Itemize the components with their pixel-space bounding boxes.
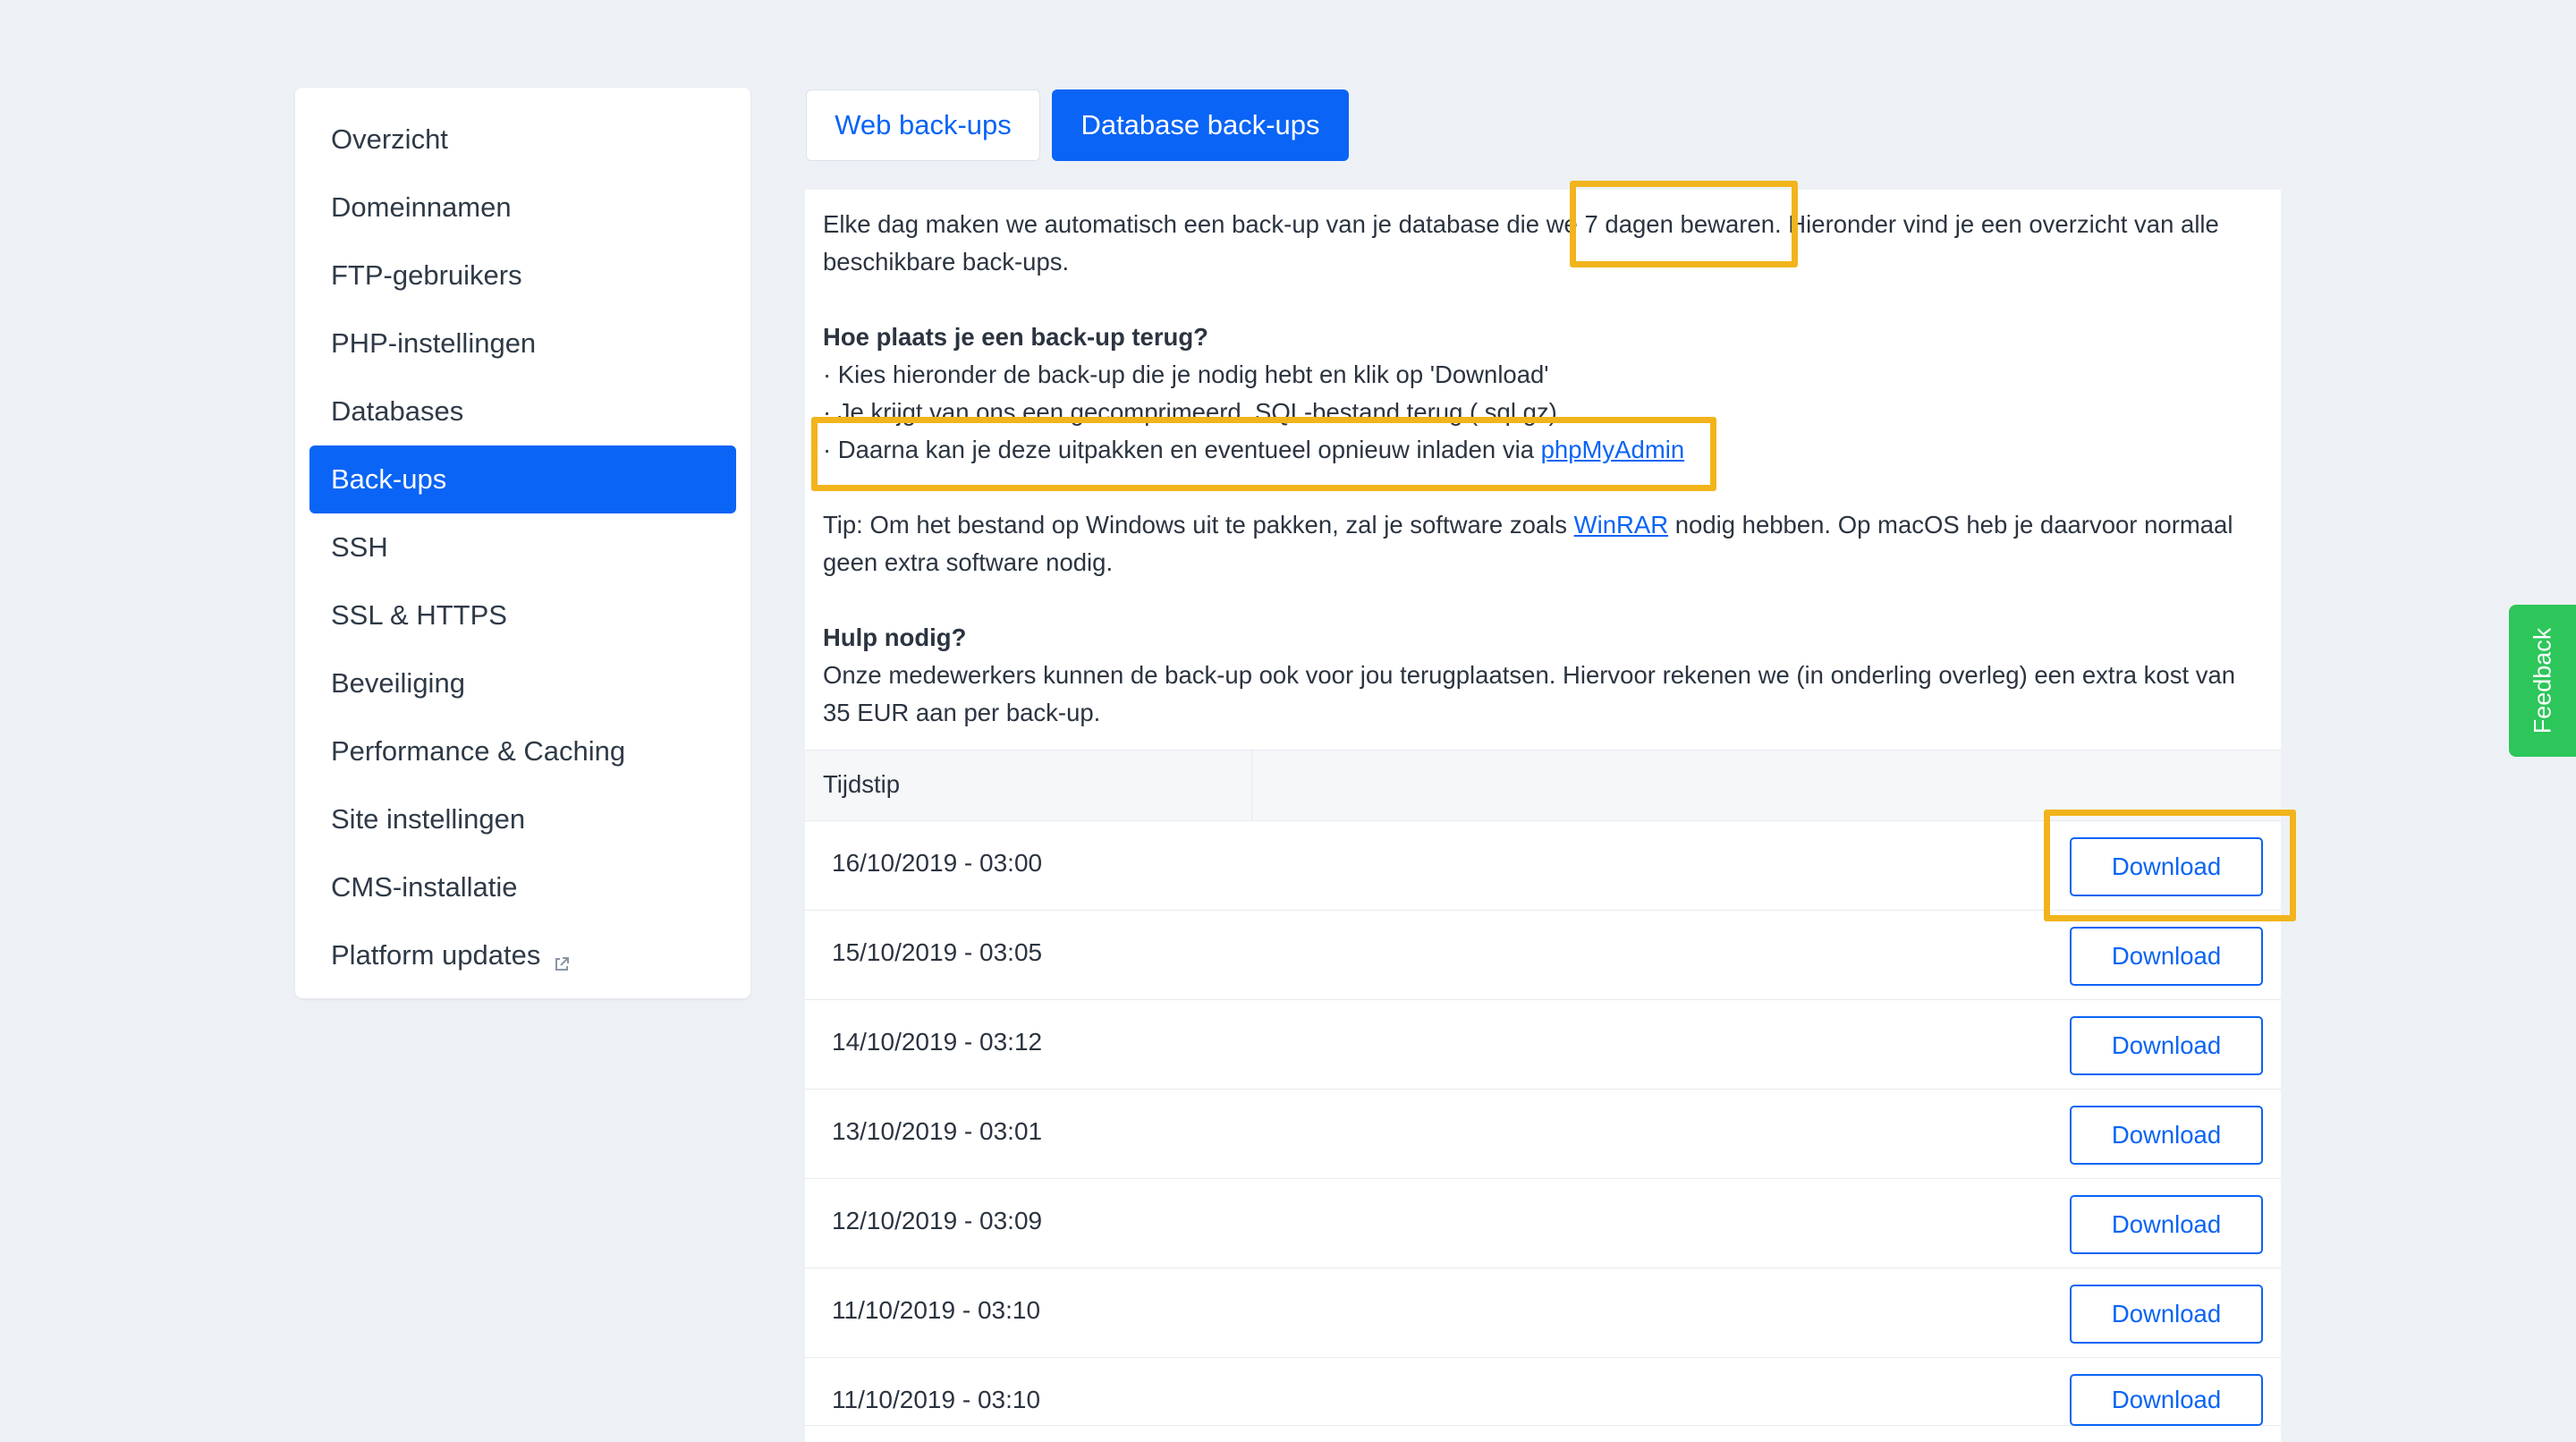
sidebar-item-label: Beveiliging	[331, 667, 465, 699]
download-button[interactable]: Download	[2070, 1285, 2263, 1344]
download-button[interactable]: Download	[2070, 927, 2263, 986]
sidebar-item-platform-updates[interactable]: Platform updates	[309, 921, 736, 989]
column-header-tijdstip: Tijdstip	[823, 770, 901, 798]
backup-time: 13/10/2019 - 03:01	[832, 1117, 1043, 1145]
help-text: Onze medewerkers kunnen de back-up ook v…	[823, 661, 2236, 726]
sidebar-item-site-instellingen[interactable]: Site instellingen	[309, 785, 736, 853]
feedback-tab[interactable]: Feedback	[2509, 605, 2576, 757]
sidebar-item-php-instellingen[interactable]: PHP-instellingen	[309, 310, 736, 377]
backup-time: 12/10/2019 - 03:09	[832, 1207, 1043, 1234]
sidebar-item-label: SSL & HTTPS	[331, 599, 507, 631]
sidebar-item-beveiliging[interactable]: Beveiliging	[309, 649, 736, 717]
tip-text: Tip: Om het bestand op Windows uit te pa…	[823, 506, 2263, 581]
winrar-link[interactable]: WinRAR	[1574, 511, 1668, 539]
sidebar-item-performance-caching[interactable]: Performance & Caching	[309, 717, 736, 785]
highlight-phpmyadmin-step	[811, 417, 1716, 491]
table-row: 14/10/2019 - 03:12 Download	[805, 1000, 2281, 1090]
table-row: 13/10/2019 - 03:01 Download	[805, 1090, 2281, 1179]
table-row: 11/10/2019 - 03:10 Download	[805, 1358, 2281, 1426]
sidebar-item-label: Platform updates	[331, 939, 541, 971]
sidebar-item-back-ups[interactable]: Back-ups	[309, 445, 736, 513]
sidebar-item-label: SSH	[331, 531, 388, 563]
breadcrumb	[0, 0, 2576, 2]
download-button[interactable]: Download	[2070, 1106, 2263, 1165]
table-row: 15/10/2019 - 03:05 Download	[805, 911, 2281, 1000]
restore-heading: Hoe plaats je een back-up terug?	[823, 323, 1208, 351]
restore-step-1: · Kies hieronder de back-up die je nodig…	[823, 360, 1549, 388]
backup-time: 11/10/2019 - 03:10	[832, 1386, 1041, 1413]
download-button[interactable]: Download	[2070, 1195, 2263, 1254]
sidebar-item-label: Performance & Caching	[331, 735, 626, 767]
sidebar-item-label: Site instellingen	[331, 803, 526, 835]
highlight-download-button	[2044, 810, 2296, 921]
highlight-retention-days	[1570, 181, 1798, 267]
sidebar-item-ssh[interactable]: SSH	[309, 513, 736, 581]
tip-text-prefix: Tip: Om het bestand op Windows uit te pa…	[823, 511, 1574, 539]
download-button[interactable]: Download	[2070, 1374, 2263, 1426]
sidebar: Overzicht Domeinnamen FTP-gebruikers PHP…	[295, 88, 750, 998]
backup-time: 16/10/2019 - 03:00	[832, 849, 1043, 877]
sidebar-item-label: Back-ups	[331, 463, 447, 495]
backup-time: 11/10/2019 - 03:10	[832, 1296, 1041, 1324]
sidebar-item-label: CMS-installatie	[331, 871, 518, 903]
sidebar-item-domeinnamen[interactable]: Domeinnamen	[309, 174, 736, 242]
sidebar-item-cms-installatie[interactable]: CMS-installatie	[309, 853, 736, 921]
external-link-icon	[553, 948, 571, 971]
sidebar-item-label: Domeinnamen	[331, 191, 512, 223]
help-heading: Hulp nodig?	[823, 623, 967, 651]
tab-web-back-ups[interactable]: Web back-ups	[806, 89, 1040, 161]
table-row: 11/10/2019 - 03:10 Download	[805, 1268, 2281, 1358]
feedback-label: Feedback	[2529, 627, 2555, 734]
sidebar-item-ftp-gebruikers[interactable]: FTP-gebruikers	[309, 242, 736, 310]
backup-time: 14/10/2019 - 03:12	[832, 1028, 1043, 1056]
sidebar-item-label: PHP-instellingen	[331, 327, 537, 359]
sidebar-item-ssl-https[interactable]: SSL & HTTPS	[309, 581, 736, 649]
table-row: 12/10/2019 - 03:09 Download	[805, 1179, 2281, 1268]
sidebar-item-label: FTP-gebruikers	[331, 259, 522, 291]
backup-time: 15/10/2019 - 03:05	[832, 938, 1043, 966]
sidebar-item-databases[interactable]: Databases	[309, 377, 736, 445]
sidebar-item-label: Overzicht	[331, 123, 448, 155]
download-button[interactable]: Download	[2070, 1016, 2263, 1075]
sidebar-item-label: Databases	[331, 395, 464, 427]
intro-text: Elke dag maken we automatisch een back-u…	[823, 210, 2219, 276]
sidebar-item-overzicht[interactable]: Overzicht	[309, 106, 736, 174]
tab-database-back-ups[interactable]: Database back-ups	[1052, 89, 1349, 161]
